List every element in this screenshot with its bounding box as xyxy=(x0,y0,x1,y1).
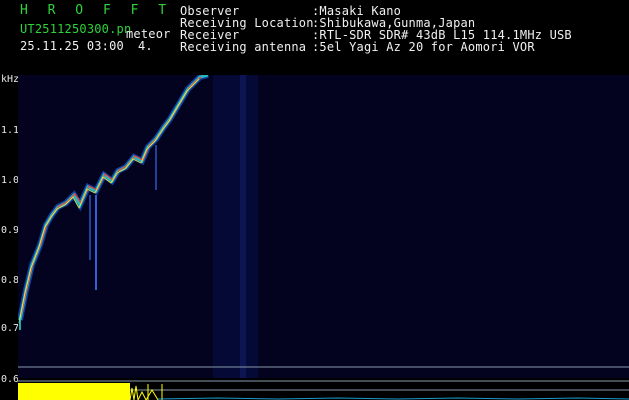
file-name: UT2511250300.pn xyxy=(20,22,132,36)
power-strip xyxy=(18,378,629,400)
datetime-label: 25.11.25 03:00 xyxy=(20,39,124,53)
y-tick: 0.8 xyxy=(1,275,20,286)
app-title: H R O F F T xyxy=(20,3,173,18)
y-tick: 0.9 xyxy=(1,225,20,236)
antenna-value: :5el Yagi Az 20 for Aomori VOR xyxy=(312,40,535,54)
y-tick: 1.1 xyxy=(1,125,20,136)
spectrogram-plot xyxy=(18,75,629,378)
khz-unit-label: kHz xyxy=(1,74,20,85)
count-label: 4. xyxy=(138,39,153,53)
antenna-label: Receiving antenna xyxy=(180,40,307,54)
power-fill xyxy=(18,383,130,400)
noise-floor xyxy=(18,75,629,378)
y-tick: 1.0 xyxy=(1,175,20,186)
y-tick: 0.6 xyxy=(1,374,20,385)
y-tick: 0.7 xyxy=(1,323,20,334)
